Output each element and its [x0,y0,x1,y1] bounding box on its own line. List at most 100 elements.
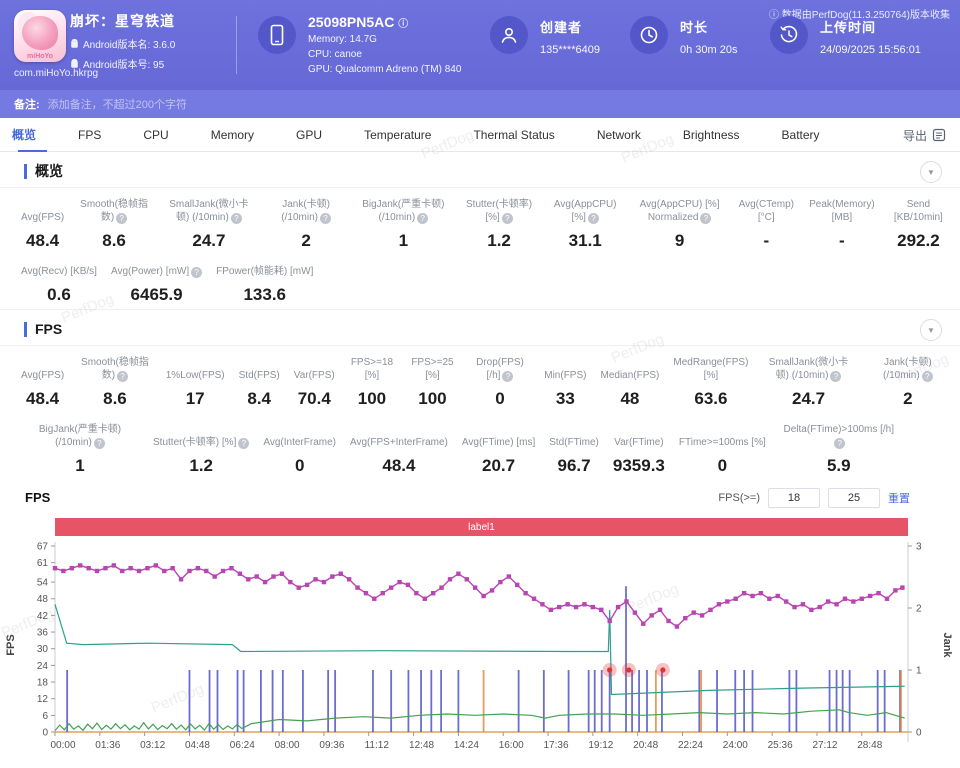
header-divider [236,16,237,74]
fps-marker [523,591,527,595]
note-label: 备注: [14,96,40,112]
fps-marker [381,591,385,595]
fps-marker [532,597,536,601]
fps-marker [61,569,65,573]
fps-marker [616,605,620,609]
creator-value: 135****6409 [540,44,600,56]
y-axis-label-left: FPS [5,634,17,655]
perfdog-report-page: ⓘ 数据由PerfDog(11.3.250764)版本收集 miHoYo 崩坏：… [0,0,960,768]
metric-label: Jank(卡顿) (/10min)? [869,356,947,382]
y-tick-left: 54 [37,578,49,589]
fps-line [55,565,902,626]
export-icon [932,128,946,142]
metric-label: Var(FTime) [614,436,663,449]
export-button[interactable]: 导出 [903,118,946,152]
fps-threshold-input-1[interactable] [768,488,820,508]
fps-marker [607,619,611,623]
y-tick-left: 24 [37,661,49,672]
help-icon[interactable]: ? [117,371,128,382]
tab-network[interactable]: Network [576,118,662,152]
fps-marker [372,597,376,601]
help-icon[interactable]: ? [588,213,599,224]
help-icon[interactable]: ? [700,213,711,224]
metric-value: 9359.3 [613,456,665,476]
y-tick-left: 12 [37,694,49,705]
device-memory: Memory: 14.7G [308,34,461,45]
help-icon[interactable]: ? [116,213,127,224]
fps-marker [229,566,233,570]
fps-threshold-input-2[interactable] [828,488,880,508]
fps-jank-chart[interactable]: 0612182430364248546167012300:0001:3603:1… [0,540,960,768]
fps-marker [112,563,116,567]
x-tick: 12:48 [409,740,434,751]
help-icon[interactable]: ? [922,371,933,382]
fps-marker [465,577,469,581]
metric-label: FPower(帧能耗) [mW] [216,265,313,278]
metric-value: 8.6 [102,231,126,251]
x-tick: 09:36 [319,740,344,751]
fps-metric: Delta(FTime)>100ms [/h]?5.9 [773,423,905,476]
tab-memory[interactable]: Memory [190,118,275,152]
help-icon[interactable]: ? [320,213,331,224]
android-icon [70,39,79,49]
help-icon[interactable]: ? [830,371,841,382]
metric-label: Stutter(卡顿率) [%]? [462,198,535,224]
device-info-icon[interactable]: ⓘ [398,19,408,30]
metric-label: Std(FTime) [549,436,599,449]
tab-battery[interactable]: Battery [761,118,841,152]
overview-metric: Avg(CTemp)[°C]- [732,198,801,251]
overview-metric: Peak(Memory) [MB]- [801,198,883,251]
fps-metric: Avg(FTime) [ms]20.7 [455,436,542,476]
fps-marker [221,569,225,573]
y-axis-label-right: Jank [941,632,953,658]
help-icon[interactable]: ? [94,438,105,449]
help-icon[interactable]: ? [231,213,242,224]
x-tick: 14:24 [454,740,479,751]
history-clock-icon [770,16,808,54]
fps-collapse-button[interactable]: ▼ [920,319,942,341]
tab-thermal-status[interactable]: Thermal Status [452,118,575,152]
fps-marker [154,563,158,567]
y-tick-left: 67 [37,542,49,553]
fps-marker [212,574,216,578]
device-model: 25098PN5AC [308,14,394,30]
metric-label: Avg(FTime) [ms] [462,436,535,449]
fps-marker [78,563,82,567]
tab-brightness[interactable]: Brightness [662,118,761,152]
help-icon[interactable]: ? [502,213,513,224]
duration-block: 时长 0h 30m 20s [630,14,737,56]
metric-value: 96.7 [558,456,591,476]
fps-metric: Median(FPS)48 [593,369,666,409]
help-icon[interactable]: ? [191,267,202,278]
tab-gpu[interactable]: GPU [275,118,343,152]
fps-marker [448,577,452,581]
help-icon[interactable]: ? [417,213,428,224]
android-version-name: Android版本名: 3.6.0 [83,36,175,51]
fps-metric: Drop(FPS) [/h]?0 [463,356,538,409]
help-icon[interactable]: ? [834,438,845,449]
interframe-line [55,710,905,731]
reset-link[interactable]: 重置 [888,490,910,506]
help-icon[interactable]: ? [238,438,249,449]
tab-cpu[interactable]: CPU [122,118,189,152]
fps-marker [860,597,864,601]
note-bar[interactable]: 备注: 添加备注，不超过200个字符 [0,90,960,118]
fps-marker [95,569,99,573]
fps-marker [658,608,662,612]
tab-fps[interactable]: FPS [57,118,122,152]
fps-metric: 1%Low(FPS)17 [159,369,232,409]
x-tick: 27:12 [812,740,837,751]
overview-metric: Smooth(稳帧指数)?8.6 [71,198,157,251]
help-icon[interactable]: ? [502,371,513,382]
x-tick: 03:12 [140,740,165,751]
fps-marker [750,594,754,598]
metric-value: 2 [301,231,310,251]
tab-temperature[interactable]: Temperature [343,118,452,152]
fps-metric: FPS>=25 [%]100 [402,356,463,409]
fps-marker [280,572,284,576]
fps-marker [330,574,334,578]
tab-概览[interactable]: 概览 [8,118,57,152]
fps-marker [851,599,855,603]
overview-collapse-button[interactable]: ▼ [920,161,942,183]
overview-metric: Jank(卡顿) (/10min)?2 [261,198,351,251]
